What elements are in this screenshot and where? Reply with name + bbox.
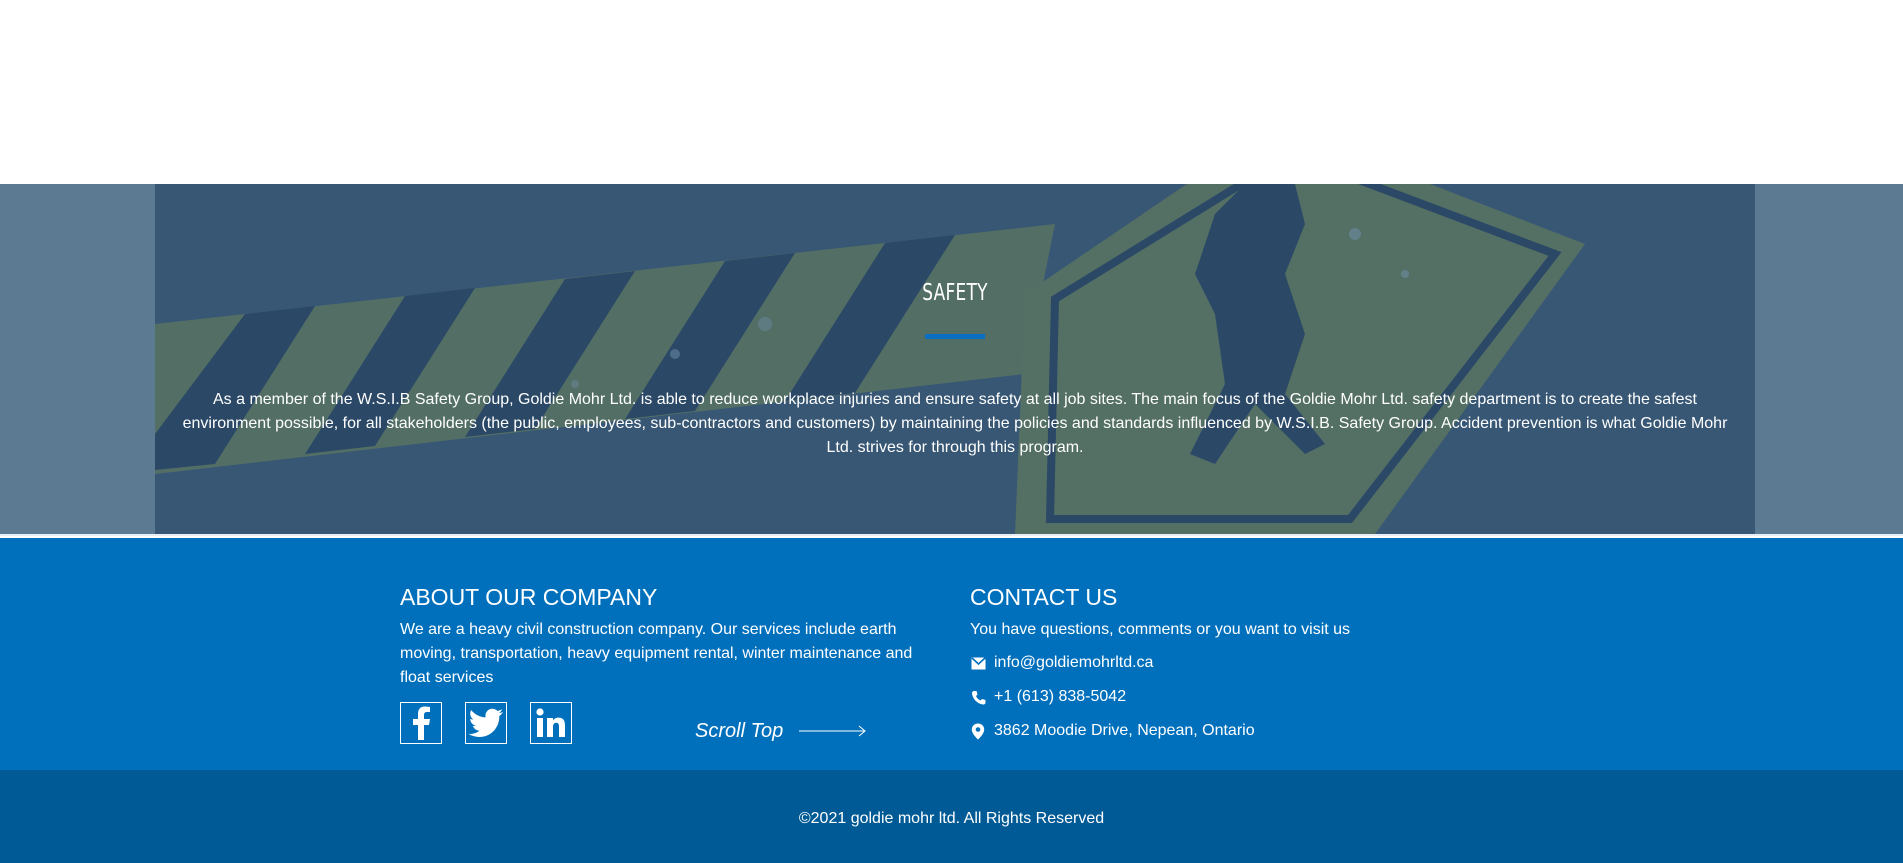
twitter-link[interactable] (465, 702, 507, 744)
page-top-blank (0, 0, 1903, 184)
location-pin-icon (970, 723, 986, 739)
email-text: info@goldiemohrltd.ca (994, 654, 1154, 671)
contact-address: 3862 Moodie Drive, Nepean, Ontario (970, 722, 1255, 740)
linkedin-icon (536, 708, 565, 737)
scroll-top-label: Scroll Top (695, 720, 784, 742)
contact-heading: CONTACT US (970, 584, 1118, 610)
phone-icon (970, 689, 986, 705)
safety-description: As a member of the W.S.I.B Safety Group,… (182, 391, 1728, 456)
facebook-link[interactable] (400, 702, 442, 744)
arrow-right-icon (799, 720, 867, 743)
address-text: 3862 Moodie Drive, Nepean, Ontario (994, 722, 1255, 739)
phone-text: +1 (613) 838-5042 (994, 688, 1127, 705)
safety-section: SAFETY As a member of the W.S.I.B Safety… (0, 184, 1903, 536)
linkedin-link[interactable] (530, 702, 572, 744)
copyright-text: ©2021 goldie mohr ltd. All Rights Reserv… (798, 810, 1105, 827)
safety-banner: SAFETY As a member of the W.S.I.B Safety… (155, 184, 1755, 534)
safety-title: SAFETY (922, 280, 988, 306)
contact-phone[interactable]: +1 (613) 838-5042 (970, 688, 1126, 706)
about-heading: ABOUT OUR COMPANY (400, 584, 658, 610)
twitter-icon (468, 708, 503, 737)
facebook-icon (413, 706, 430, 740)
contact-intro: You have questions, comments or you want… (970, 621, 1351, 638)
safety-background-image (155, 184, 1755, 534)
footer-main: ABOUT OUR COMPANY We are a heavy civil c… (0, 538, 1903, 770)
footer-bottom-bar: ©2021 goldie mohr ltd. All Rights Reserv… (0, 770, 1903, 863)
about-text: We are a heavy civil construction compan… (400, 621, 913, 686)
mail-icon (970, 655, 986, 671)
contact-email[interactable]: info@goldiemohrltd.ca (970, 654, 1153, 672)
title-underline (925, 334, 985, 339)
scroll-top-link[interactable]: Scroll Top (695, 720, 867, 743)
